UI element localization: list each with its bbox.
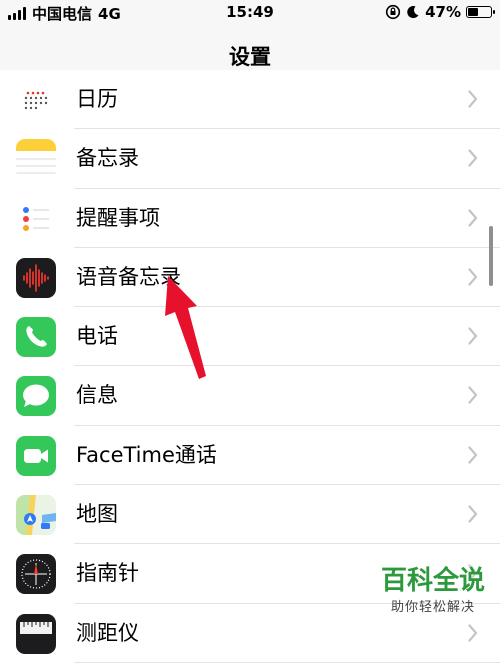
watermark: 百科全说 助你轻松解决 [378, 566, 488, 615]
watermark-title: 百科全说 [380, 566, 485, 596]
annotation-arrow-icon [165, 276, 206, 379]
watermark-subtitle: 助你轻松解决 [390, 600, 475, 615]
